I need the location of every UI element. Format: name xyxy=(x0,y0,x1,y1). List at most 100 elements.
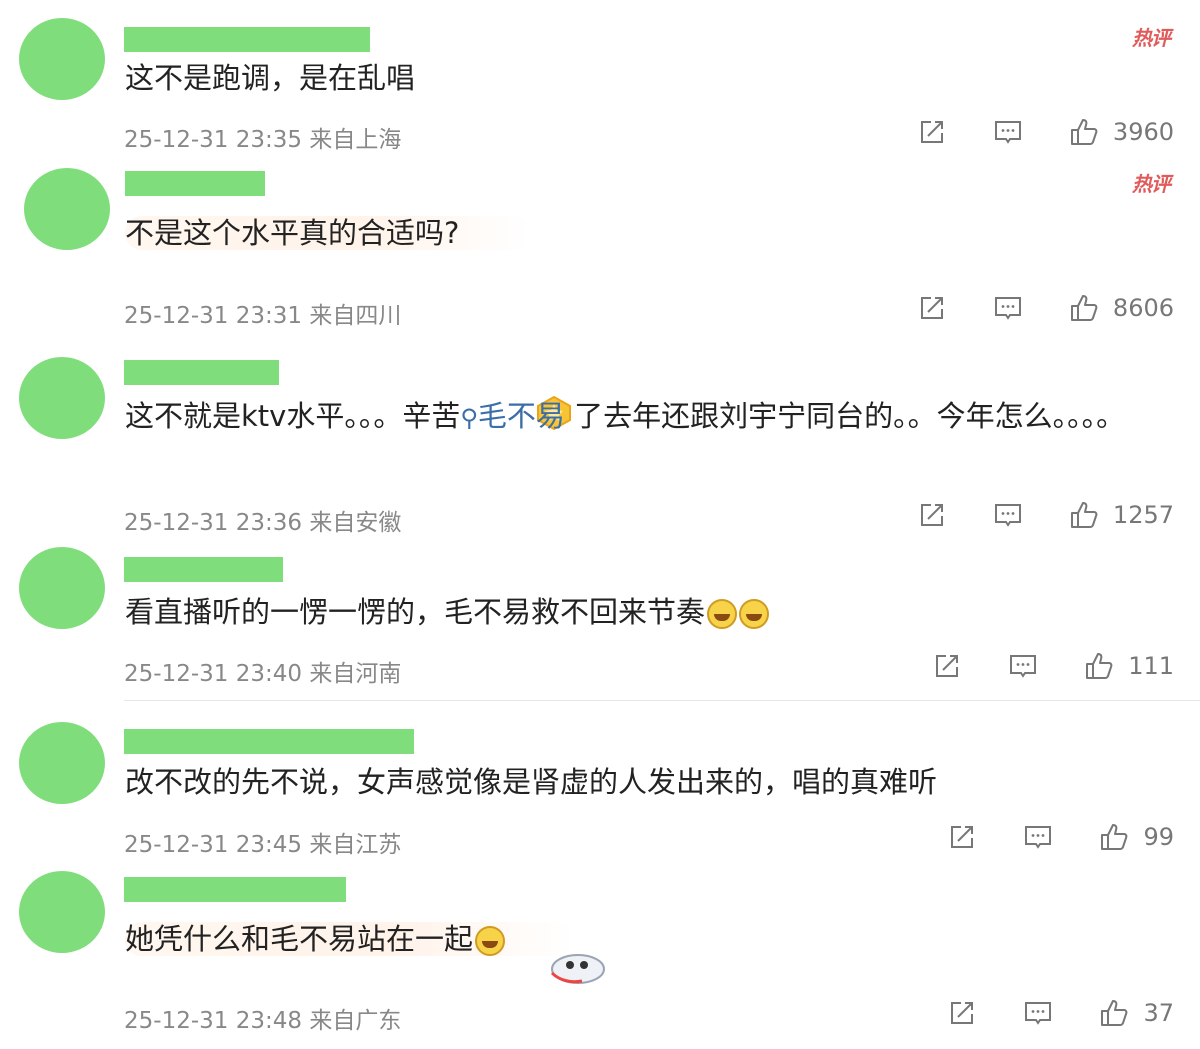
mention-link[interactable]: 毛不易 xyxy=(478,399,565,433)
share-icon xyxy=(920,297,943,319)
comment-meta: 25-12-31 23:35 来自上海 xyxy=(124,120,401,154)
like-count: 37 xyxy=(1143,999,1174,1027)
like-button[interactable]: 1257 xyxy=(1069,500,1174,530)
comment-text: 这不是跑调，是在乱唱 xyxy=(125,61,416,95)
comment-meta: 25-12-31 23:31 来自四川 xyxy=(124,296,401,330)
username-redacted[interactable] xyxy=(124,360,279,385)
comment-time: 25-12-31 23:40 xyxy=(124,661,302,687)
avatar[interactable] xyxy=(19,357,105,439)
search-icon: ⚲ xyxy=(460,404,478,432)
thumbs-up-icon xyxy=(1070,502,1098,528)
like-button[interactable]: 37 xyxy=(1099,998,1174,1028)
reply-button[interactable] xyxy=(1023,822,1053,852)
comment-actions: 1257 xyxy=(917,500,1174,530)
avatar[interactable] xyxy=(19,18,105,100)
like-count: 111 xyxy=(1128,652,1174,680)
comment-location: 来自河南 xyxy=(309,661,402,687)
thumbs-up-icon xyxy=(1101,824,1128,850)
decorated-bubble: 不是这个水平真的合适吗? xyxy=(125,216,530,250)
comment-meta: 25-12-31 23:36 来自安徽 xyxy=(124,503,401,537)
like-count: 99 xyxy=(1143,823,1174,851)
username-redacted[interactable] xyxy=(124,557,283,582)
comment-location: 来自上海 xyxy=(309,127,402,153)
comment-text: 改不改的先不说，女声感觉像是肾虚的人发出来的，唱的真难听 xyxy=(125,765,938,799)
comment-item: 看直播听的一愣一愣的，毛不易救不回来节奏 25-12-31 23:40 来自河南… xyxy=(0,540,1200,700)
laugh-cry-emoji-icon xyxy=(707,599,738,629)
comment-item: 这不就是ktv水平。。。辛苦⚲毛不易 了去年还跟刘宇宁同台的。。今年怎么。。。。… xyxy=(0,350,1200,540)
share-button[interactable] xyxy=(917,117,947,147)
share-button[interactable] xyxy=(947,998,977,1028)
username-redacted[interactable] xyxy=(124,877,346,902)
username-redacted[interactable] xyxy=(125,171,265,196)
comment-icon xyxy=(994,297,1021,320)
thumbs-up-icon xyxy=(1070,119,1098,145)
comment-time: 25-12-31 23:48 xyxy=(124,1008,302,1034)
reply-button[interactable] xyxy=(1023,998,1053,1028)
comment-time: 25-12-31 23:45 xyxy=(124,832,302,858)
comment-location: 来自江苏 xyxy=(309,832,402,858)
comment-text: 她凭什么和毛不易站在一起 xyxy=(125,914,1170,964)
avatar[interactable] xyxy=(19,722,105,804)
grin-emoji-icon xyxy=(475,926,506,956)
reply-button[interactable] xyxy=(993,500,1023,530)
share-icon xyxy=(951,1002,974,1024)
reply-button[interactable] xyxy=(993,117,1023,147)
like-button[interactable]: 8606 xyxy=(1069,293,1174,323)
comment-icon xyxy=(994,504,1021,527)
comment-icon xyxy=(994,121,1021,144)
comment-item: 她凭什么和毛不易站在一起 25-12-31 23:48 来自广东 37 xyxy=(0,865,1200,1049)
comment-text: 看直播听的一愣一愣的，毛不易救不回来节奏 xyxy=(125,587,1170,637)
comment-actions: 37 xyxy=(947,998,1174,1028)
comment-text: 不是这个水平真的合适吗? xyxy=(125,208,1170,258)
username-redacted[interactable] xyxy=(124,729,414,754)
like-button[interactable]: 99 xyxy=(1099,822,1174,852)
comment-meta: 25-12-31 23:48 来自广东 xyxy=(124,1001,401,1035)
comment-actions: 111 xyxy=(932,651,1174,681)
like-button[interactable]: 111 xyxy=(1084,651,1174,681)
comment-icon xyxy=(1010,655,1037,678)
comment-actions: 3960 xyxy=(917,117,1174,147)
thumbs-up-icon xyxy=(1070,295,1098,321)
comment-icon xyxy=(1025,1002,1052,1025)
comment-location: 来自安徽 xyxy=(309,510,402,536)
hot-comment-badge: 热评 xyxy=(1132,26,1171,50)
comment-location: 来自广东 xyxy=(309,1008,402,1034)
share-icon xyxy=(920,121,943,143)
avatar[interactable] xyxy=(24,168,110,250)
like-button[interactable]: 3960 xyxy=(1069,117,1174,147)
thumbs-up-icon xyxy=(1086,653,1113,679)
comment-time: 25-12-31 23:31 xyxy=(124,303,302,329)
mascot-sticker-icon xyxy=(550,954,605,984)
share-button[interactable] xyxy=(917,293,947,323)
comment-time: 25-12-31 23:36 xyxy=(124,510,302,536)
hot-comment-badge: 热评 xyxy=(1132,172,1171,196)
comment-location: 来自四川 xyxy=(309,303,402,329)
username-redacted[interactable] xyxy=(124,27,370,52)
divider xyxy=(124,700,1200,701)
share-button[interactable] xyxy=(917,500,947,530)
comment-meta: 25-12-31 23:40 来自河南 xyxy=(124,654,401,688)
comment-item: 热评 这不是跑调，是在乱唱 25-12-31 23:35 来自上海 3960 xyxy=(0,0,1200,160)
thumbs-up-icon xyxy=(1101,1000,1128,1026)
comment-item: 改不改的先不说，女声感觉像是肾虚的人发出来的，唱的真难听 25-12-31 23… xyxy=(0,705,1200,865)
avatar[interactable] xyxy=(19,871,105,953)
laugh-cry-emoji-icon xyxy=(739,599,770,629)
like-count: 3960 xyxy=(1112,118,1174,146)
reply-button[interactable] xyxy=(993,293,1023,323)
comment-meta: 25-12-31 23:45 来自江苏 xyxy=(124,825,401,859)
like-count: 8606 xyxy=(1112,294,1174,322)
like-count: 1257 xyxy=(1112,501,1174,529)
comment-actions: 8606 xyxy=(917,293,1174,323)
comment-icon xyxy=(1025,826,1052,849)
avatar[interactable] xyxy=(19,547,105,629)
decorated-bubble: 她凭什么和毛不易站在一起 xyxy=(125,922,576,956)
comment-text: 这不就是ktv水平。。。辛苦⚲毛不易 了去年还跟刘宇宁同台的。。今年怎么。。。。 xyxy=(125,399,1126,433)
comment-actions: 99 xyxy=(947,822,1174,852)
share-button[interactable] xyxy=(947,822,977,852)
comment-item: 热评 不是这个水平真的合适吗? 25-12-31 23:31 来自四川 8606 xyxy=(0,160,1200,431)
share-button[interactable] xyxy=(932,651,962,681)
share-icon xyxy=(920,504,943,526)
reply-button[interactable] xyxy=(1008,651,1038,681)
share-icon xyxy=(936,655,959,677)
share-icon xyxy=(951,826,974,848)
